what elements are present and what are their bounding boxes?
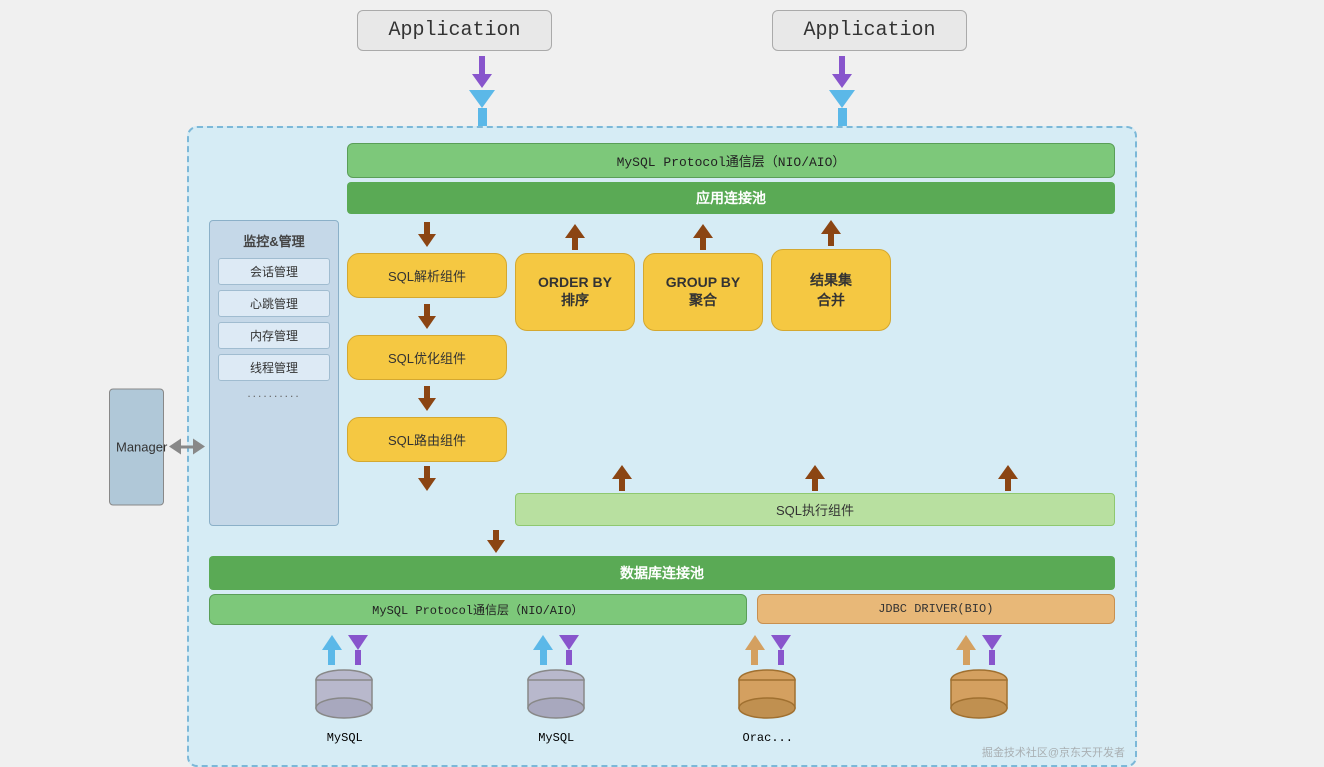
app-box-left: Application [357,10,551,51]
result-merge-box: 结果集 合并 [771,249,891,331]
protocol-bottom-bar: MySQL Protocol通信层（NIO/AIO） [209,594,747,625]
right-top-arrow [829,56,855,126]
db-cylinder-mysql1 [312,668,377,728]
monitor-title: 监控&管理 [218,231,330,250]
db-pool-bar: 数据库连接池 [209,556,1115,590]
sql-route-box: SQL路由组件 [347,417,507,462]
monitor-box: 监控&管理 会话管理 心跳管理 内存管理 线程管理 .......... [209,220,339,526]
jdbc-driver-box: JDBC DRIVER(BIO) [757,594,1115,624]
group-by-box: GROUP BY 聚合 [643,253,763,331]
manager-box: Manager [109,388,164,505]
monitor-item-4: 线程管理 [218,354,330,381]
mysql2-label: MySQL [538,731,574,745]
db-cylinder-oracle1 [735,668,800,728]
protocol-top-bar: MySQL Protocol通信层（NIO/AIO） [347,143,1115,178]
sql-execute-bar: SQL执行组件 [515,493,1115,526]
connection-pool-top: 应用连接池 [347,182,1115,214]
db-cylinder-oracle2 [947,668,1012,728]
mysql1-label: MySQL [327,731,363,745]
watermark: 掘金技术社区@京东天开发者 [982,744,1125,760]
sql-optimize-box: SQL优化组件 [347,335,507,380]
oracle-label: Orac... [743,731,793,745]
sql-parse-box: SQL解析组件 [347,253,507,298]
monitor-dots: .......... [218,386,330,400]
db-cylinder-mysql2 [524,668,589,728]
app-box-right: Application [772,10,966,51]
monitor-item-2: 心跳管理 [218,290,330,317]
order-by-box: ORDER BY 排序 [515,253,635,331]
left-top-arrow [469,56,495,126]
diagram-container: Application Application [112,10,1212,730]
monitor-item-1: 会话管理 [218,258,330,285]
main-container: Manager MySQL Protocol通信层（NIO/AIO） 应用连接池… [187,126,1137,767]
monitor-item-3: 内存管理 [218,322,330,349]
